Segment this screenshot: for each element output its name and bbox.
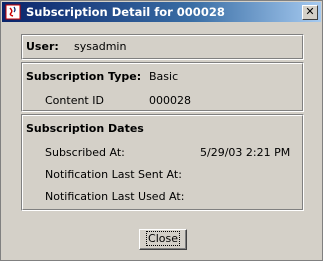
dates-heading: Subscription Dates [26, 122, 144, 135]
user-panel: User: sysadmin [21, 34, 304, 60]
close-button-label: Close [146, 231, 180, 246]
subscription-panel: Subscription Type: Basic Content ID 0000… [21, 62, 304, 112]
java-app-icon [5, 4, 21, 20]
last-used-label: Notification Last Used At: [45, 190, 185, 203]
last-sent-label: Notification Last Sent At: [45, 168, 182, 181]
subscribed-at-label: Subscribed At: [45, 146, 125, 159]
dialog-window: Subscription Detail for 000028 ✕ User: s… [0, 0, 323, 261]
subscription-type-label: Subscription Type: [26, 70, 142, 83]
user-value: sysadmin [74, 40, 127, 53]
close-window-button[interactable]: ✕ [302, 5, 318, 20]
user-label: User: [26, 40, 59, 53]
subscription-type-value: Basic [149, 70, 179, 83]
content-id-value: 000028 [149, 94, 191, 107]
title-bar[interactable]: Subscription Detail for 000028 ✕ [2, 2, 321, 22]
window-title: Subscription Detail for 000028 [26, 5, 225, 19]
subscribed-at-value: 5/29/03 2:21 PM [200, 146, 291, 159]
content-id-label: Content ID [45, 94, 104, 107]
subscription-dates-panel: Subscription Dates Subscribed At: 5/29/0… [21, 114, 304, 211]
close-button[interactable]: Close [139, 229, 187, 250]
